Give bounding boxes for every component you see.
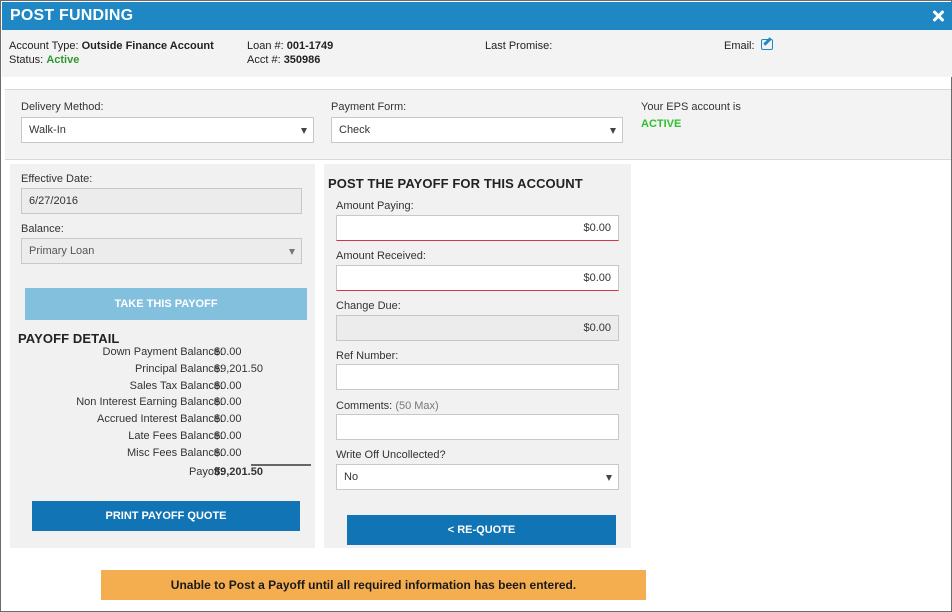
ref-number-input[interactable] xyxy=(336,364,619,390)
eps-status: ACTIVE xyxy=(641,118,682,130)
detail-value: $0.00 xyxy=(214,446,242,459)
payoff-total-value: $9,201.50 xyxy=(214,465,263,478)
status-value: Active xyxy=(46,54,80,66)
detail-value: $0.00 xyxy=(214,346,242,358)
detail-label: Principal Balance: xyxy=(134,362,223,375)
detail-label: Misc Fees Balance: xyxy=(127,446,223,459)
write-off-label: Write Off Uncollected? xyxy=(336,449,446,461)
acct-value: 350986 xyxy=(283,54,321,66)
detail-label: Non Interest Earning Balance: xyxy=(76,396,223,409)
balance-label: Balance: xyxy=(21,223,64,235)
ref-number-label: Ref Number: xyxy=(336,350,399,362)
title-bar: POST FUNDING xyxy=(2,2,952,30)
print-payoff-quote-button[interactable]: PRINT PAYOFF QUOTE xyxy=(32,501,300,531)
payoff-detail-row: Down Payment Balance: $0.00 xyxy=(10,346,315,363)
close-icon[interactable] xyxy=(932,10,944,22)
detail-value: $0.00 xyxy=(214,396,242,409)
account-type: Account Type: Outside Finance Account St… xyxy=(9,39,214,67)
payoff-detail-row: Non Interest Earning Balance: $0.00 xyxy=(10,396,315,413)
detail-label: Late Fees Balance: xyxy=(128,429,223,442)
effective-date-label: Effective Date: xyxy=(21,173,93,185)
payoff-detail-row: Accrued Interest Balance: $0.00 xyxy=(10,413,315,430)
delivery-method-value: Walk-In xyxy=(29,124,66,136)
comments-label-text: Comments: xyxy=(336,400,393,412)
payment-form-value: Check xyxy=(339,124,371,136)
payoff-total-row: Payoff: $9,201.50 xyxy=(10,466,315,483)
detail-value: $0.00 xyxy=(214,379,242,392)
amount-received-value: $0.00 xyxy=(583,272,611,284)
comments-hint: (50 Max) xyxy=(395,400,439,412)
write-off-select[interactable]: No xyxy=(336,464,619,490)
delivery-method-select[interactable]: Walk-In xyxy=(21,117,314,143)
delivery-section: Delivery Method: Walk-In Payment Form: C… xyxy=(5,89,951,160)
eps-label: Your EPS account is xyxy=(641,101,741,113)
effective-date-value: 6/27/2016 xyxy=(29,195,78,207)
payment-form-label: Payment Form: xyxy=(331,101,407,113)
comments-input[interactable] xyxy=(336,414,619,440)
detail-label: Sales Tax Balance: xyxy=(129,379,223,392)
payoff-detail-row: Late Fees Balance: $0.00 xyxy=(10,430,315,447)
detail-label: Down Payment Balance: xyxy=(102,346,223,358)
acct-label: Acct #: xyxy=(247,54,281,66)
amount-paying-input[interactable]: $0.00 xyxy=(336,215,619,241)
email: Email: xyxy=(724,39,773,53)
take-payoff-button[interactable]: TAKE THIS PAYOFF xyxy=(25,288,307,320)
effective-date-input[interactable]: 6/27/2016 xyxy=(21,188,302,214)
last-promise-label: Last Promise: xyxy=(485,40,553,52)
post-funding-dialog: POST FUNDING Account Type: Outside Finan… xyxy=(0,0,952,612)
comments-label: Comments: (50 Max) xyxy=(336,400,439,412)
post-payoff-title: POST THE PAYOFF FOR THIS ACCOUNT xyxy=(328,176,583,191)
chevron-down-icon xyxy=(289,249,295,255)
last-promise: Last Promise: xyxy=(485,39,552,53)
payoff-quote-panel: Effective Date: 6/27/2016 Balance: Prima… xyxy=(10,164,315,548)
status-label: Status: xyxy=(9,54,44,66)
detail-value: $9,201.50 xyxy=(214,362,263,375)
chevron-down-icon xyxy=(606,475,612,481)
loan-info: Loan #: 001-1749 Acct #: 350986 xyxy=(247,39,333,67)
amount-received-input[interactable]: $0.00 xyxy=(336,265,619,291)
detail-label: Accrued Interest Balance: xyxy=(97,413,223,426)
write-off-value: No xyxy=(344,471,359,483)
amount-paying-label: Amount Paying: xyxy=(336,200,414,212)
payoff-detail-row: Sales Tax Balance: $0.00 xyxy=(10,380,315,397)
change-due-input: $0.00 xyxy=(336,315,619,341)
chevron-down-icon xyxy=(301,128,307,134)
loan-value: 001-1749 xyxy=(286,40,334,52)
account-info-bar: Account Type: Outside Finance Account St… xyxy=(2,30,952,77)
warning-banner: Unable to Post a Payoff until all requir… xyxy=(101,570,646,600)
loan-label: Loan #: xyxy=(247,40,284,52)
delivery-method-label: Delivery Method: xyxy=(21,101,104,113)
requote-button[interactable]: < RE-QUOTE xyxy=(347,515,616,545)
dialog-title: POST FUNDING xyxy=(10,7,134,24)
chevron-down-icon xyxy=(610,128,616,134)
payoff-detail-row: Misc Fees Balance: $0.00 xyxy=(10,447,315,464)
detail-value: $0.00 xyxy=(214,429,242,442)
payoff-detail-title: PAYOFF DETAIL xyxy=(18,331,120,346)
amount-received-label: Amount Received: xyxy=(336,250,426,262)
detail-value: $0.00 xyxy=(214,413,242,426)
payoff-detail-list: Down Payment Balance: $0.00 Principal Ba… xyxy=(10,346,315,482)
account-type-label: Account Type: xyxy=(9,40,79,52)
balance-select[interactable]: Primary Loan xyxy=(21,238,302,264)
change-due-value: $0.00 xyxy=(583,322,611,334)
edit-email-icon[interactable] xyxy=(760,39,773,50)
post-payoff-panel: POST THE PAYOFF FOR THIS ACCOUNT Amount … xyxy=(324,164,631,548)
balance-value: Primary Loan xyxy=(29,245,95,257)
change-due-label: Change Due: xyxy=(336,300,401,312)
amount-paying-value: $0.00 xyxy=(583,222,611,234)
payoff-detail-row: Principal Balance: $9,201.50 xyxy=(10,363,315,380)
email-label: Email: xyxy=(724,40,755,52)
payment-form-select[interactable]: Check xyxy=(331,117,623,143)
account-type-value: Outside Finance Account xyxy=(81,40,214,52)
